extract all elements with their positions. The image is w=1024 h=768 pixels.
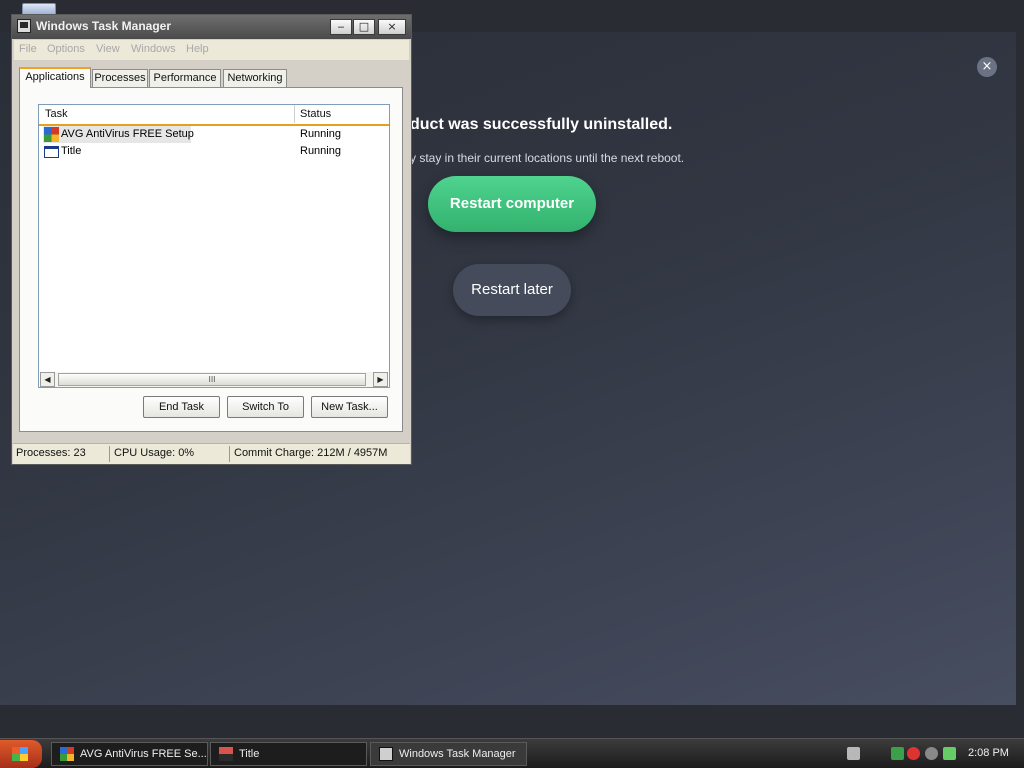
close-button[interactable]: ×: [378, 19, 406, 35]
taskbar-label: Title: [239, 748, 260, 760]
status-divider: [109, 446, 110, 462]
taskbar-item-title[interactable]: Title: [210, 742, 367, 766]
table-row[interactable]: Title Running: [39, 143, 389, 160]
task-name: AVG AntiVirus FREE Setup: [61, 128, 194, 140]
minimize-button[interactable]: ‒: [330, 19, 352, 35]
window-icon: [44, 146, 59, 158]
taskbar: AVG AntiVirus FREE Se... Title Windows T…: [0, 738, 1024, 768]
tab-applications[interactable]: Applications: [19, 67, 91, 88]
menu-help[interactable]: Help: [186, 43, 209, 55]
scroll-left-icon[interactable]: ◀: [40, 372, 55, 387]
network-icon[interactable]: [891, 747, 904, 760]
table-row[interactable]: AVG AntiVirus FREE Setup Running: [39, 126, 389, 143]
avg-icon: [60, 747, 74, 761]
menu-view[interactable]: View: [96, 43, 120, 55]
taskbar-item-avg[interactable]: AVG AntiVirus FREE Se...: [51, 742, 208, 766]
task-status: Running: [300, 128, 341, 140]
new-task-button[interactable]: New Task...: [311, 396, 388, 418]
column-divider[interactable]: [294, 105, 295, 123]
column-task[interactable]: Task: [45, 108, 68, 120]
end-task-button[interactable]: End Task: [143, 396, 220, 418]
scroll-right-icon[interactable]: ▶: [373, 372, 388, 387]
menu-windows[interactable]: Windows: [131, 43, 176, 55]
menu-options[interactable]: Options: [47, 43, 85, 55]
taskbar-item-task-manager[interactable]: Windows Task Manager: [370, 742, 527, 766]
tab-networking[interactable]: Networking: [223, 69, 287, 87]
restart-computer-button[interactable]: Restart computer: [428, 176, 596, 232]
task-status: Running: [300, 145, 341, 157]
status-divider: [229, 446, 230, 462]
horizontal-scrollbar[interactable]: ◀ III ▶: [40, 372, 388, 387]
keyboard-icon[interactable]: [847, 747, 860, 760]
restart-later-button[interactable]: Restart later: [453, 264, 571, 316]
maximize-button[interactable]: □: [353, 19, 375, 35]
switch-to-button[interactable]: Switch To: [227, 396, 304, 418]
column-status[interactable]: Status: [300, 108, 331, 120]
safely-remove-icon[interactable]: [943, 747, 956, 760]
title-bar[interactable]: Windows Task Manager ‒ □ ×: [12, 15, 411, 39]
task-manager-window: Windows Task Manager ‒ □ × File Options …: [11, 14, 412, 465]
menu-file[interactable]: File: [19, 43, 37, 55]
window-title: Windows Task Manager: [36, 19, 172, 33]
menu-bar: File Options View Windows Help: [14, 40, 409, 60]
cpu-usage: CPU Usage: 0%: [114, 447, 195, 459]
scrollbar-thumb[interactable]: III: [58, 373, 366, 386]
commit-charge: Commit Charge: 212M / 4957M: [234, 447, 388, 459]
clock[interactable]: 2:08 PM: [968, 747, 1009, 759]
tab-performance[interactable]: Performance: [149, 69, 221, 87]
status-bar: Processes: 23 CPU Usage: 0% Commit Charg…: [13, 443, 410, 464]
tab-processes[interactable]: Processes: [92, 69, 148, 87]
avg-icon: [44, 127, 59, 142]
start-button[interactable]: [0, 740, 42, 768]
task-manager-icon: [379, 747, 393, 761]
task-name: Title: [61, 145, 82, 157]
taskbar-label: AVG AntiVirus FREE Se...: [80, 748, 207, 760]
avg-close-button[interactable]: ×: [977, 57, 997, 77]
volume-icon[interactable]: [925, 747, 938, 760]
task-manager-icon: [17, 19, 31, 33]
window-icon: [219, 747, 233, 761]
security-alert-icon[interactable]: [907, 747, 920, 760]
list-header: Task Status: [39, 105, 389, 126]
processes-count: Processes: 23: [16, 447, 86, 459]
taskbar-label: Windows Task Manager: [399, 748, 516, 760]
task-list[interactable]: Task Status AVG AntiVirus FREE Setup Run…: [38, 104, 390, 388]
